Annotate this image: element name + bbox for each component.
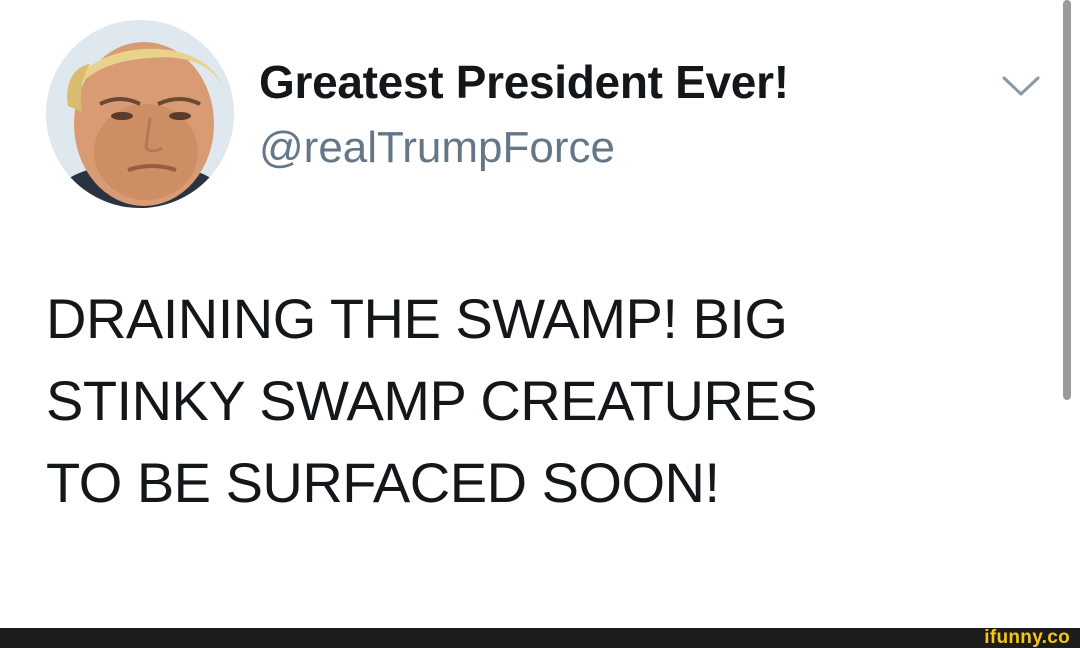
avatar[interactable] [46, 20, 234, 208]
screen: Greatest President Ever! @realTrumpForce… [0, 0, 1080, 648]
scrollbar[interactable] [1063, 0, 1071, 400]
display-name[interactable]: Greatest President Ever! [259, 55, 789, 109]
tweet-text-line: DRAINING THE SWAMP! BIG [46, 287, 788, 350]
tweet: Greatest President Ever! @realTrumpForce… [0, 0, 1060, 628]
tweet-text: DRAINING THE SWAMP! BIG STINKY SWAMP CRE… [46, 278, 1046, 524]
chevron-down-icon[interactable] [1000, 72, 1042, 100]
tweet-text-line: STINKY SWAMP CREATURES [46, 369, 818, 432]
avatar-image [46, 20, 234, 208]
watermark-bar: ifunny.co [0, 628, 1080, 648]
tweet-text-line: TO BE SURFACED SOON! [46, 451, 720, 514]
watermark-logo: ifunny.co [984, 627, 1070, 648]
user-handle[interactable]: @realTrumpForce [259, 123, 615, 173]
